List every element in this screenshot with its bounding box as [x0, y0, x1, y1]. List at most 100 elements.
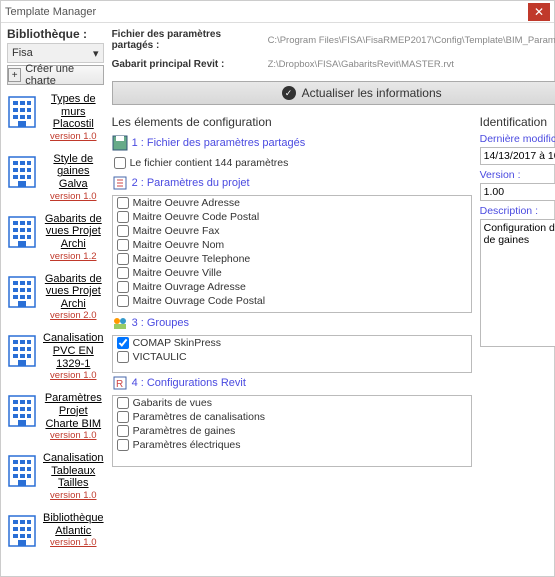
revit-listbox[interactable]: Gabarits de vues Paramètres de canalisati…: [112, 395, 472, 467]
building-icon: [7, 213, 37, 249]
list-item[interactable]: VICTAULIC: [113, 350, 471, 364]
file-contains-checkbox[interactable]: [114, 157, 126, 169]
groups-listbox[interactable]: COMAP SkinPress VICTAULIC: [112, 335, 472, 373]
param-checkbox[interactable]: [117, 239, 129, 251]
version-field[interactable]: [480, 183, 555, 201]
param-checkbox[interactable]: [117, 225, 129, 237]
charte-item[interactable]: Bibliothèque Atlanticversion 1.0: [7, 512, 104, 549]
check-icon: ✓: [282, 86, 296, 100]
desc-field[interactable]: [480, 219, 555, 347]
charte-item[interactable]: Paramètres Projet Charte BIMversion 1.0: [7, 392, 104, 442]
param-checkbox[interactable]: [117, 197, 129, 209]
list-item[interactable]: Maitre Oeuvre Telephone: [113, 252, 471, 266]
revit-checkbox[interactable]: [117, 439, 129, 451]
charte-item[interactable]: Style de gaines Galvaversion 1.0: [7, 153, 104, 203]
charte-version: version 1.0: [43, 132, 104, 143]
group-checkbox[interactable]: [117, 351, 129, 363]
building-icon: [7, 452, 37, 488]
list-item[interactable]: Paramètres de gaines: [113, 424, 471, 438]
param-label: Maitre Ouvrage Code Postal: [133, 295, 265, 307]
charte-title: Gabarits de vues Projet Archi: [43, 273, 104, 311]
revit-checkbox[interactable]: [117, 397, 129, 409]
disk-icon: [112, 135, 128, 151]
charte-version: version 1.0: [43, 192, 104, 203]
charte-item[interactable]: Canalisation Tableaux Taillesversion 1.0: [7, 452, 104, 502]
charte-version: version 1.0: [43, 431, 104, 442]
list-item[interactable]: Maitre Ouvrage Adresse: [113, 280, 471, 294]
library-value: Fisa: [12, 47, 33, 59]
shared-params-path: C:\Program Files\FISA\FisaRMEP2017\Confi…: [268, 35, 555, 46]
charte-title: Canalisation PVC EN 1329-1: [43, 332, 104, 370]
create-charte-button[interactable]: + Créer une charte: [7, 65, 104, 85]
building-icon: [7, 332, 37, 368]
list-item[interactable]: Paramètres électriques: [113, 438, 471, 452]
file-contains-label: Le fichier contient 144 paramètres: [130, 157, 289, 169]
group-label: COMAP SkinPress: [133, 337, 222, 349]
config-title: Les élements de configuration: [112, 115, 472, 129]
desc-label: Description :: [480, 205, 555, 217]
param-label: Maitre Oeuvre Adresse: [133, 197, 240, 209]
param-checkbox[interactable]: [117, 211, 129, 223]
modif-label: Dernière modification :: [480, 133, 555, 145]
svg-text:R: R: [116, 379, 123, 390]
charte-item[interactable]: Gabarits de vues Projet Archiversion 1.2: [7, 213, 104, 263]
param-label: Maitre Oeuvre Ville: [133, 267, 222, 279]
plus-icon: +: [8, 68, 21, 82]
window-title: Template Manager: [5, 6, 528, 18]
list-item[interactable]: Maitre Oeuvre Ville: [113, 266, 471, 280]
revit-label: Gabarits de vues: [133, 397, 212, 409]
charte-list: Types de murs Placostilversion 1.0 Style …: [7, 93, 104, 572]
list-item[interactable]: Maitre Oeuvre Adresse: [113, 196, 471, 210]
group-label: VICTAULIC: [133, 351, 187, 363]
revit-icon: R: [112, 375, 128, 391]
charte-item[interactable]: Canalisation PVC EN 1329-1version 1.0: [7, 332, 104, 382]
list-item[interactable]: Maitre Oeuvre Fax: [113, 224, 471, 238]
revit-label: Paramètres de gaines: [133, 425, 236, 437]
group-checkbox[interactable]: [117, 337, 129, 349]
shared-params-label: Fichier des paramètres partagés :: [112, 29, 262, 51]
update-button[interactable]: ✓ Actualiser les informations: [112, 81, 555, 105]
modif-field[interactable]: [480, 147, 555, 165]
library-label: Bibliothèque :: [7, 27, 104, 41]
list-item[interactable]: Maitre Ouvrage Code Postal: [113, 294, 471, 308]
param-label: Maitre Oeuvre Fax: [133, 225, 220, 237]
building-icon: [7, 392, 37, 428]
close-button[interactable]: ✕: [528, 3, 550, 21]
revit-checkbox[interactable]: [117, 411, 129, 423]
charte-version: version 1.0: [43, 538, 104, 549]
step2-label: 2 : Paramètres du projet: [132, 177, 250, 189]
charte-version: version 2.0: [43, 311, 104, 322]
building-icon: [7, 273, 37, 309]
charte-item[interactable]: Types de murs Placostilversion 1.0: [7, 93, 104, 143]
param-checkbox[interactable]: [117, 281, 129, 293]
ident-title: Identification: [480, 115, 555, 129]
charte-version: version 1.2: [43, 252, 104, 263]
groups-icon: [112, 315, 128, 331]
building-icon: [7, 512, 37, 548]
gabarit-label: Gabarit principal Revit :: [112, 59, 262, 70]
charte-title: Style de gaines Galva: [43, 153, 104, 191]
revit-label: Paramètres de canalisations: [133, 411, 266, 423]
charte-title: Paramètres Projet Charte BIM: [43, 392, 104, 430]
list-item[interactable]: Paramètres de canalisations: [113, 410, 471, 424]
file-contains-row[interactable]: Le fichier contient 144 paramètres: [114, 157, 472, 169]
revit-checkbox[interactable]: [117, 425, 129, 437]
params-listbox[interactable]: Maitre Oeuvre AdresseMaitre Oeuvre Code …: [112, 195, 472, 313]
chevron-down-icon: ▾: [93, 47, 99, 60]
list-item[interactable]: Gabarits de vues: [113, 396, 471, 410]
version-label: Version :: [480, 169, 555, 181]
param-checkbox[interactable]: [117, 267, 129, 279]
step4-label: 4 : Configurations Revit: [132, 377, 246, 389]
charte-version: version 1.0: [43, 491, 104, 502]
update-label: Actualiser les informations: [302, 86, 442, 100]
list-item[interactable]: Maitre Oeuvre Code Postal: [113, 210, 471, 224]
param-checkbox[interactable]: [117, 295, 129, 307]
list-item[interactable]: Maitre Oeuvre Nom: [113, 238, 471, 252]
param-checkbox[interactable]: [117, 253, 129, 265]
params-icon: [112, 175, 128, 191]
list-item[interactable]: COMAP SkinPress: [113, 336, 471, 350]
charte-item[interactable]: Gabarits de vues Projet Archiversion 2.0: [7, 273, 104, 323]
charte-title: Canalisation Tableaux Tailles: [43, 452, 104, 490]
param-label: Maitre Ouvrage Adresse: [133, 281, 246, 293]
library-select[interactable]: Fisa ▾: [7, 43, 104, 63]
